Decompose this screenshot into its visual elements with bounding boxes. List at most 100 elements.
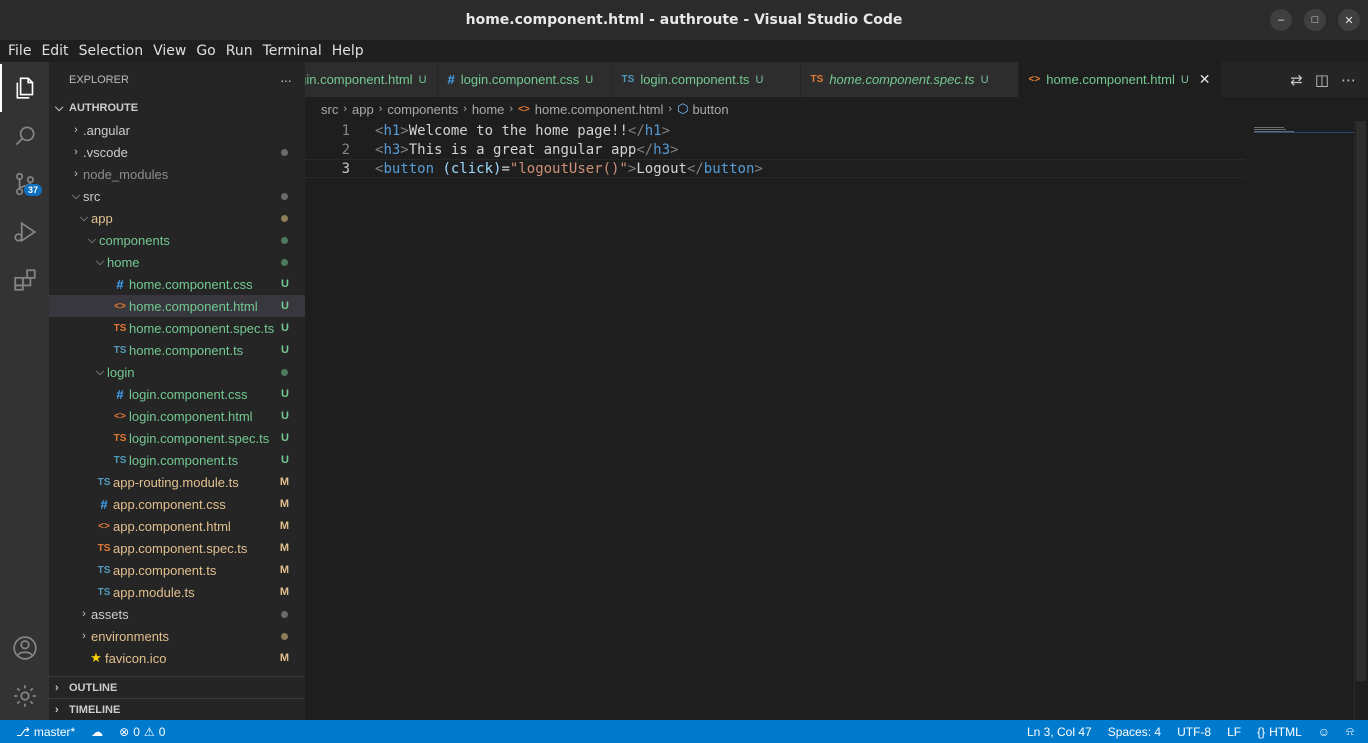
chevron-right-icon: ›	[343, 103, 348, 115]
editor-tab[interactable]: login.component.html U	[305, 62, 438, 97]
more-actions-icon[interactable]: ⋯	[1341, 71, 1356, 89]
folder-item[interactable]: › .angular	[49, 119, 305, 141]
folder-item[interactable]: › .vscode	[49, 141, 305, 163]
run-debug-icon[interactable]	[0, 208, 49, 256]
tab-label: home.component.spec.ts	[829, 72, 975, 87]
folder-item[interactable]: › environments	[49, 625, 305, 647]
files-icon[interactable]	[0, 64, 49, 112]
cursor-position[interactable]: Ln 3, Col 47	[1019, 725, 1100, 739]
editor-tab[interactable]: TS login.component.ts U	[611, 62, 801, 97]
menu-view[interactable]: View	[149, 43, 190, 59]
warning-count: 0	[158, 724, 166, 739]
tree-item-label: .vscode	[83, 144, 128, 160]
file-item[interactable]: <> app.component.html M	[49, 515, 305, 537]
code-editor[interactable]: 1 <h1>Welcome to the home page!!</h1> 2 <h3…	[305, 121, 1368, 720]
end-of-line[interactable]: LF	[1219, 725, 1249, 739]
folder-item[interactable]: › assets	[49, 603, 305, 625]
folder-item[interactable]: ⌵ app	[49, 207, 305, 229]
html-file-icon: <>	[114, 300, 126, 312]
file-item[interactable]: # home.component.css U	[49, 273, 305, 295]
breadcrumb-element[interactable]: button	[692, 102, 728, 117]
folder-item[interactable]: ⌵ login	[49, 361, 305, 383]
file-item[interactable]: <> home.component.html U	[49, 295, 305, 317]
tree-item-label: assets	[91, 606, 129, 622]
menu-edit[interactable]: Edit	[37, 43, 72, 59]
source-control-icon[interactable]: 37	[0, 160, 49, 208]
code-token: </	[686, 160, 704, 177]
file-item[interactable]: TS login.component.spec.ts U	[49, 427, 305, 449]
code-token: >	[661, 122, 671, 139]
file-item[interactable]: TS app-routing.module.ts M	[49, 471, 305, 493]
git-status-badge: M	[279, 476, 289, 488]
code-line[interactable]: 2 <h3>This is a great angular app</h3>	[305, 140, 1245, 159]
git-branch-icon: ⎇	[16, 724, 30, 739]
notifications-icon[interactable]: ⍾	[1338, 724, 1368, 739]
file-item[interactable]: <> login.component.html U	[49, 405, 305, 427]
menu-help[interactable]: Help	[328, 43, 368, 59]
outline-section[interactable]: › OUTLINE	[49, 676, 305, 699]
file-item[interactable]: TS app.component.ts M	[49, 559, 305, 581]
tab-status: U	[1180, 73, 1189, 86]
sync-icon[interactable]: ☁	[83, 725, 111, 739]
menu-file[interactable]: File	[4, 43, 35, 59]
close-tab-icon[interactable]: ✕	[1199, 71, 1211, 88]
minimize-icon[interactable]: –	[1270, 9, 1292, 31]
maximize-icon[interactable]: □	[1304, 9, 1326, 31]
indentation[interactable]: Spaces: 4	[1100, 725, 1169, 739]
breadcrumb-home[interactable]: home	[472, 102, 505, 117]
folder-item[interactable]: ⌵ src	[49, 185, 305, 207]
folder-item[interactable]: ⌵ home	[49, 251, 305, 273]
menu-run[interactable]: Run	[222, 43, 257, 59]
language-label: HTML	[1269, 724, 1302, 739]
file-item[interactable]: TS app.component.spec.ts M	[49, 537, 305, 559]
file-item[interactable]: TS home.component.ts U	[49, 339, 305, 361]
file-item[interactable]: ★ favicon.ico M	[49, 647, 305, 669]
vertical-scrollbar[interactable]	[1354, 121, 1368, 720]
git-status-dot	[281, 148, 288, 156]
tree-item-label: login.component.spec.ts	[129, 430, 270, 446]
file-item[interactable]: TS app.module.ts M	[49, 581, 305, 603]
more-actions-icon[interactable]: ···	[280, 72, 292, 88]
branch-status[interactable]: ⎇ master*	[0, 725, 83, 739]
open-changes-icon[interactable]: ⇄	[1290, 71, 1303, 89]
split-editor-icon[interactable]: ◫	[1315, 71, 1329, 89]
scrollbar-thumb[interactable]	[1356, 121, 1366, 681]
tree-item-label: home.component.spec.ts	[129, 320, 275, 336]
feedback-icon[interactable]: ☺	[1310, 725, 1338, 739]
account-icon[interactable]	[0, 624, 49, 672]
folder-item[interactable]: ⌵ components	[49, 229, 305, 251]
editor-tab[interactable]: # login.component.css U	[437, 62, 612, 97]
workspace-root[interactable]: ⌵ AUTHROUTE	[49, 97, 305, 119]
tree-item-label: app.module.ts	[113, 584, 195, 600]
settings-gear-icon[interactable]	[0, 672, 49, 720]
editor-tab[interactable]: TS home.component.spec.ts U	[800, 62, 1019, 97]
code-line[interactable]: 3 <button (click)="logoutUser()">Logout</…	[305, 159, 1245, 178]
breadcrumb-components[interactable]: components	[387, 102, 458, 117]
window-controls: – □ ✕	[1270, 9, 1360, 31]
menu-go[interactable]: Go	[192, 43, 219, 59]
file-item[interactable]: # app.component.css M	[49, 493, 305, 515]
timeline-section[interactable]: › TIMELINE	[49, 698, 305, 721]
code-token: </	[627, 122, 645, 139]
breadcrumb-app[interactable]: app	[352, 102, 374, 117]
search-icon[interactable]	[0, 112, 49, 160]
file-item[interactable]: TS login.component.ts U	[49, 449, 305, 471]
file-item[interactable]: # login.component.css U	[49, 383, 305, 405]
editor-tab[interactable]: <> home.component.html U ✕	[1018, 62, 1222, 97]
problems-status[interactable]: ⊗ 0 ⚠ 0	[111, 725, 173, 739]
chevron-down-icon: ⌵	[95, 255, 105, 268]
close-icon[interactable]: ✕	[1338, 9, 1360, 31]
menu-terminal[interactable]: Terminal	[259, 43, 326, 59]
minimap[interactable]	[1254, 121, 1354, 133]
typescript-file-icon: TS	[113, 344, 127, 356]
code-token: h1	[644, 122, 662, 139]
breadcrumb-src[interactable]: src	[321, 102, 338, 117]
language-mode[interactable]: {} HTML	[1249, 725, 1310, 739]
encoding[interactable]: UTF-8	[1169, 725, 1219, 739]
file-item[interactable]: TS home.component.spec.ts U	[49, 317, 305, 339]
menu-selection[interactable]: Selection	[75, 43, 148, 59]
code-line[interactable]: 1 <h1>Welcome to the home page!!</h1>	[305, 121, 1245, 140]
extensions-icon[interactable]	[0, 256, 49, 304]
breadcrumb-file[interactable]: home.component.html	[535, 102, 664, 117]
folder-item[interactable]: › node_modules	[49, 163, 305, 185]
